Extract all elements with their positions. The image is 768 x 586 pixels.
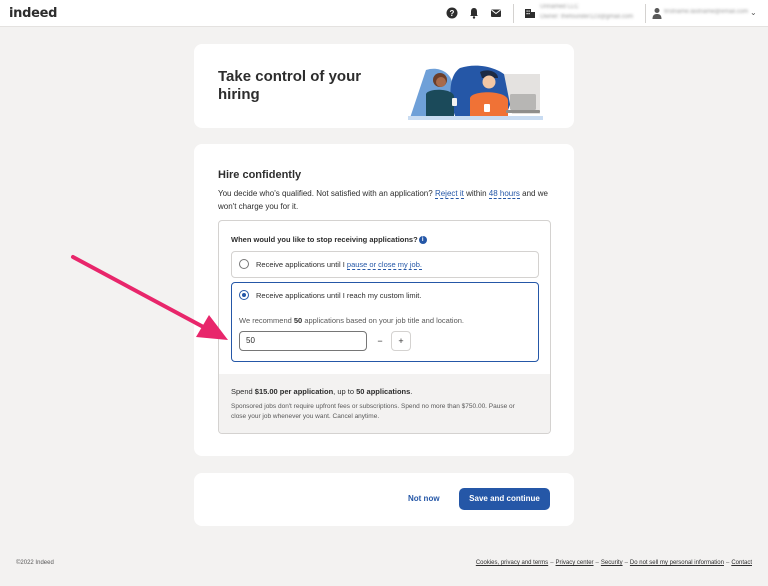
indeed-logo[interactable]: indeed	[9, 6, 57, 21]
footer-copyright: ©2022 Indeed	[16, 560, 54, 566]
radio-unselected[interactable]	[239, 259, 249, 269]
spend-note: Sponsored jobs don't require upfront fee…	[231, 403, 515, 420]
pause-close-link[interactable]: pause or close my job.	[346, 260, 422, 270]
increment-button[interactable]: +	[391, 331, 411, 351]
recommendation-text-part: applications based on your job title and…	[304, 316, 465, 325]
footer-link-contact[interactable]: Contact	[731, 560, 752, 566]
description-text: within	[466, 189, 487, 198]
spend-text-part: Spend	[231, 387, 253, 396]
question-label: When would you like to stop receiving ap…	[231, 235, 427, 245]
recommendation-text-part: We recommend	[239, 316, 292, 325]
question-text: When would you like to stop receiving ap…	[231, 235, 418, 244]
hiring-illustration	[408, 65, 543, 120]
page-title: Take control of your hiring	[218, 68, 362, 103]
radio-selected[interactable]	[239, 290, 249, 300]
hours-link[interactable]: 48 hours	[488, 189, 520, 199]
not-now-button[interactable]: Not now	[408, 494, 440, 503]
recommendation-text: We recommend 50 applications based on yo…	[239, 316, 464, 325]
application-limit-input[interactable]: 50	[239, 331, 367, 351]
company-icon[interactable]	[524, 7, 536, 19]
spend-summary: Spend $15.00 per application, up to 50 a…	[219, 374, 550, 433]
footer-separator: –	[624, 560, 628, 566]
save-and-continue-button[interactable]: Save and continue	[459, 488, 550, 510]
info-icon[interactable]: i	[418, 236, 427, 245]
footer-links: Cookies, privacy and terms – Privacy cente…	[476, 560, 752, 566]
recommended-count: 50	[293, 316, 303, 325]
footer-link-security[interactable]: Security	[601, 560, 623, 566]
option-label: Receive applications until I reach my cu…	[256, 291, 422, 300]
footer-link-privacy-center[interactable]: Privacy center	[556, 560, 594, 566]
avatar-icon[interactable]	[652, 7, 662, 19]
top-header: indeed ? Unnamed LLC Owner: thefounder12…	[0, 0, 768, 27]
spend-text: Spend $15.00 per application, up to 50 a…	[231, 387, 412, 396]
section-title: Hire confidently	[218, 169, 302, 181]
spend-limit: 50 applications	[356, 387, 411, 396]
company-owner: Owner: thefounder123@gmail.com	[540, 14, 634, 20]
chevron-down-icon[interactable]: ⌄	[750, 8, 757, 17]
option-label-text: Receive applications until I	[256, 260, 345, 269]
footer-separator: –	[725, 560, 730, 566]
hero-card: Take control of your hiring	[194, 44, 574, 128]
bell-icon[interactable]	[468, 7, 480, 19]
section-description: You decide who's qualified. Not satisfie…	[218, 188, 558, 213]
option-label: Receive applications until I pause or cl…	[256, 260, 422, 270]
footer-separator: –	[595, 560, 599, 566]
option-custom-limit[interactable]: Receive applications until I reach my cu…	[231, 282, 539, 362]
actions-card: Not now Save and continue	[194, 473, 574, 526]
svg-text:?: ?	[450, 9, 455, 18]
spend-price: $15.00 per application	[254, 387, 334, 396]
help-icon[interactable]: ?	[446, 7, 458, 19]
footer-link-do-not-sell[interactable]: Do not sell my personal information	[630, 560, 724, 566]
description-text: You decide who's qualified. Not satisfie…	[218, 189, 433, 198]
mail-icon[interactable]	[490, 7, 502, 19]
footer-separator: –	[550, 560, 554, 566]
budget-card: Hire confidently You decide who's qualif…	[194, 144, 574, 456]
spend-text-part: .	[410, 387, 413, 396]
quantity-stepper: − +	[370, 331, 412, 351]
footer-link-cookies[interactable]: Cookies, privacy and terms	[476, 560, 548, 566]
spend-text-part: , up to	[333, 387, 355, 396]
company-name[interactable]: Unnamed LLC	[540, 4, 579, 10]
header-divider	[645, 4, 646, 23]
account-name[interactable]: firstname.lastname@email.com	[664, 9, 748, 15]
decrement-button[interactable]: −	[370, 331, 390, 351]
option-pause-or-close[interactable]: Receive applications until I pause or cl…	[231, 251, 539, 278]
reject-link[interactable]: Reject it	[434, 189, 464, 199]
application-limit-box: When would you like to stop receiving ap…	[218, 220, 551, 434]
header-divider	[513, 4, 514, 23]
